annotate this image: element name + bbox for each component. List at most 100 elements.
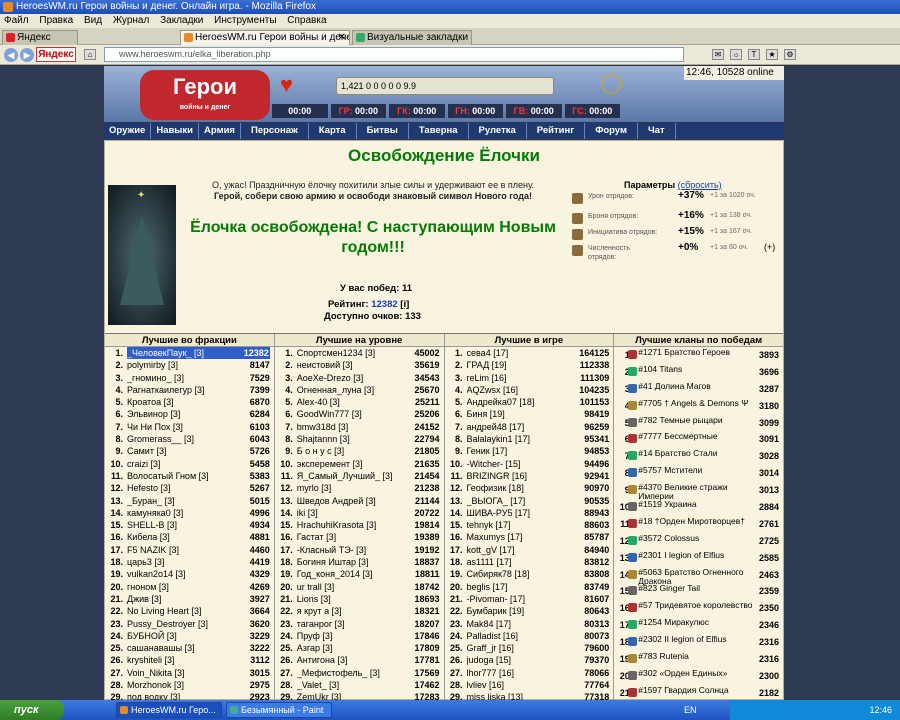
player-row[interactable]: 4. Огненная_луна [3] 25670: [275, 384, 444, 396]
player-row[interactable]: 21. -Pivoman- [17] 81607: [445, 593, 614, 605]
weather-icon[interactable]: ☼: [730, 49, 742, 60]
player-row[interactable]: 24. Пруф [3] 17846: [275, 630, 444, 642]
player-row[interactable]: 13. Шведов Андрей [3] 21144: [275, 495, 444, 507]
player-row[interactable]: 29. miss liska [13] 77318: [445, 691, 614, 700]
player-name-link[interactable]: Morzhonok [3]: [127, 679, 253, 691]
player-name-link[interactable]: Palladist [16]: [467, 630, 593, 642]
player-name-link[interactable]: Gromerass__ [3]: [127, 433, 253, 445]
player-row[interactable]: 24. Palladist [16] 80073: [445, 630, 614, 642]
player-row[interactable]: 1. Спортсмен1234 [3] 45002: [275, 347, 444, 359]
player-row[interactable]: 12. myrlo [3] 21238: [275, 482, 444, 494]
nav-map[interactable]: Карта: [309, 123, 357, 139]
player-name-link[interactable]: beglis [17]: [467, 581, 593, 593]
player-name-link[interactable]: Рагнаткаилегур [3]: [127, 384, 253, 396]
player-name-link[interactable]: HrachuhiKrasota [3]: [297, 519, 423, 531]
clan-row[interactable]: 17. #1254 Миракулюс 2346: [614, 617, 783, 634]
player-row[interactable]: 21. Джив [3] 3927: [105, 593, 274, 605]
clan-row[interactable]: 10. #1519 Украина 2884: [614, 499, 783, 516]
settings-icon[interactable]: ⚙: [784, 49, 796, 60]
translate-icon[interactable]: T: [748, 49, 760, 60]
player-row[interactable]: 15. tehnyk [17] 88603: [445, 519, 614, 531]
player-name-link[interactable]: -Pivoman- [17]: [467, 593, 593, 605]
clan-row[interactable]: 4.#7705 † Angels & Demons Ψ3180: [614, 398, 783, 415]
nav-tavern[interactable]: Таверна: [409, 123, 469, 139]
player-name-link[interactable]: Спортсмен1234 [3]: [297, 347, 423, 359]
add-point-link[interactable]: (+): [764, 242, 775, 252]
player-row[interactable]: 26. Антигона [3] 17781: [275, 654, 444, 666]
player-row[interactable]: 2. polymirby [3] 8147: [105, 359, 274, 371]
player-name-link[interactable]: Maxumys [17]: [467, 531, 593, 543]
menu-view[interactable]: Вид: [84, 15, 102, 26]
player-name-link[interactable]: Alex-40 [3]: [297, 396, 423, 408]
clan-row[interactable]: 2.#104 Titans3696: [614, 364, 783, 381]
player-name-link[interactable]: Hefesto [3]: [127, 482, 253, 494]
clan-row[interactable]: 11. #18 †Орден Миротворцев† 2761: [614, 516, 783, 533]
language-indicator[interactable]: EN: [684, 700, 697, 720]
clan-name-link[interactable]: #783 Rutenia: [638, 652, 758, 661]
player-row[interactable]: 9. Самит [3] 5726: [105, 445, 274, 457]
player-row[interactable]: 3. _гномино_ [3] 7529: [105, 372, 274, 384]
player-row[interactable]: 13. _ВЫОГА_ [17] 90535: [445, 495, 614, 507]
player-row[interactable]: 18. as1111 [17] 83812: [445, 556, 614, 568]
player-name-link[interactable]: Shajtannn [3]: [297, 433, 423, 445]
player-row[interactable]: 5. Кроатоа [3] 6870: [105, 396, 274, 408]
player-row[interactable]: 3. AoeXe-Drezo [3] 34543: [275, 372, 444, 384]
player-row[interactable]: 3. reLim [16] 111309: [445, 372, 614, 384]
player-name-link[interactable]: Азгар [3]: [297, 642, 423, 654]
heart-icon[interactable]: ♥: [280, 72, 293, 98]
back-button[interactable]: ◀: [4, 48, 18, 62]
player-name-link[interactable]: myrlo [3]: [297, 482, 423, 494]
player-row[interactable]: 18. царь3 [3] 4419: [105, 556, 274, 568]
player-name-link[interactable]: Геофизик [18]: [467, 482, 593, 494]
player-name-link[interactable]: _ЧеловекПаук_ [3]: [127, 347, 253, 359]
clan-row[interactable]: 16. #57 Тридевятое королевство 2350: [614, 600, 783, 617]
clan-row[interactable]: 20. #302 «Орден Единых» 2300: [614, 668, 783, 685]
clan-name-link[interactable]: #1254 Миракулюс: [638, 618, 758, 627]
player-row[interactable]: 10. -Witcher- [15] 94496: [445, 458, 614, 470]
player-row[interactable]: 26. judoga [15] 79370: [445, 654, 614, 666]
clan-name-link[interactable]: #1519 Украина: [638, 500, 758, 509]
clan-name-link[interactable]: #1597 Гвардия Солнца: [638, 686, 758, 695]
clan-row[interactable]: 1.#1271 Братство Героев3893: [614, 347, 783, 364]
player-name-link[interactable]: андрей48 [17]: [467, 421, 593, 433]
player-row[interactable]: 11. Я_Самый_Лучший_ [3] 21454: [275, 470, 444, 482]
player-name-link[interactable]: -Witcher- [15]: [467, 458, 593, 470]
mail-icon[interactable]: ✉: [712, 49, 724, 60]
player-name-link[interactable]: таганрог [3]: [297, 618, 423, 630]
player-row[interactable]: 10. эксперемент [3] 21635: [275, 458, 444, 470]
player-name-link[interactable]: Антигона [3]: [297, 654, 423, 666]
player-row[interactable]: 27. Voin_Nikita [3] 3015: [105, 667, 274, 679]
player-name-link[interactable]: гноном [3]: [127, 581, 253, 593]
player-name-link[interactable]: iki [3]: [297, 507, 423, 519]
player-name-link[interactable]: сашанавашы [3]: [127, 642, 253, 654]
home-icon[interactable]: ⌂: [84, 49, 96, 60]
clan-name-link[interactable]: #41 Долина Магов: [638, 382, 758, 391]
player-row[interactable]: 19. vulkan2o14 [3] 4329: [105, 568, 274, 580]
player-row[interactable]: 19. Год_коня_2014 [3] 18811: [275, 568, 444, 580]
player-name-link[interactable]: Самит [3]: [127, 445, 253, 457]
player-row[interactable]: 28. lvliev [16] 77764: [445, 679, 614, 691]
player-name-link[interactable]: Чи Ни Пох [3]: [127, 421, 253, 433]
player-row[interactable]: 7. андрей48 [17] 96259: [445, 421, 614, 433]
player-row[interactable]: 17. -Класный ТЭ- [3] 19192: [275, 544, 444, 556]
player-name-link[interactable]: эксперемент [3]: [297, 458, 423, 470]
clan-name-link[interactable]: #57 Тридевятое королевство: [638, 601, 758, 610]
clan-row[interactable]: 14. #5063 Братство Огненного Дракона 2463: [614, 567, 783, 586]
clan-name-link[interactable]: #782 Темные рыцари: [638, 416, 758, 425]
player-name-link[interactable]: lvliev [16]: [467, 679, 593, 691]
player-row[interactable]: 9. Геник [17] 94853: [445, 445, 614, 457]
menu-tools[interactable]: Инструменты: [214, 15, 276, 26]
player-name-link[interactable]: _гномино_ [3]: [127, 372, 253, 384]
clan-row[interactable]: 7.#14 Братство Стали3028: [614, 448, 783, 465]
player-name-link[interactable]: камунякa0 [3]: [127, 507, 253, 519]
player-name-link[interactable]: GoodWin777 [3]: [297, 408, 423, 420]
player-row[interactable]: 8. Balalaykin1 [17] 95341: [445, 433, 614, 445]
player-row[interactable]: 16. Гастат [3] 19389: [275, 531, 444, 543]
player-name-link[interactable]: lhor777 [16]: [467, 667, 593, 679]
player-name-link[interactable]: _Мефистофель_ [3]: [297, 667, 423, 679]
player-name-link[interactable]: Б о н у с [3]: [297, 445, 423, 457]
player-name-link[interactable]: F5 NAZIK [3]: [127, 544, 253, 556]
player-row[interactable]: 10. craizi [3] 5458: [105, 458, 274, 470]
player-row[interactable]: 7. bmw318d [3] 24152: [275, 421, 444, 433]
tab-heroeswm[interactable]: HeroesWM.ru Герои войны и денег... ✕: [180, 30, 350, 45]
